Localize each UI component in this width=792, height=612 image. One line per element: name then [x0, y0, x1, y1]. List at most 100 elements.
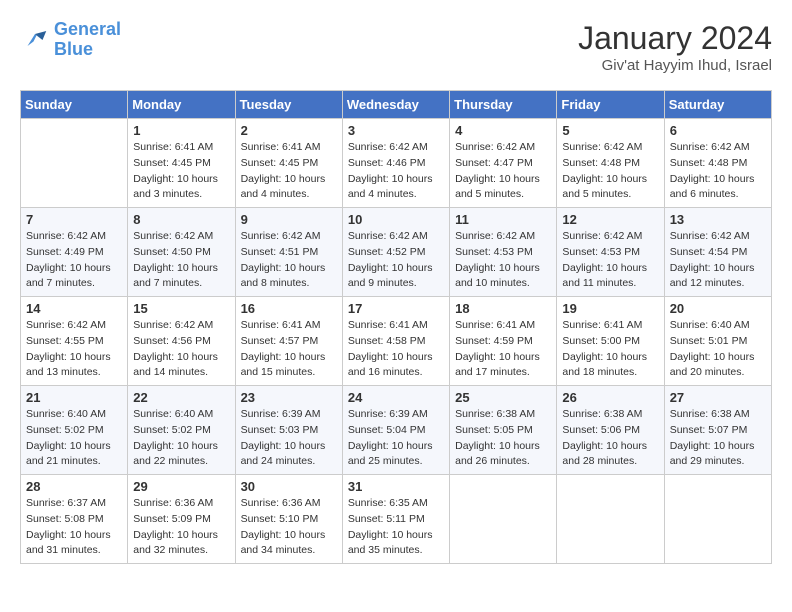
calendar-cell: 15Sunrise: 6:42 AM Sunset: 4:56 PM Dayli… — [128, 297, 235, 386]
location-subtitle: Giv'at Hayyim Ihud, Israel — [578, 57, 772, 74]
logo: General Blue — [20, 20, 121, 60]
calendar-cell: 25 Sunrise: 6:38 AM Sunset: 5:05 PM Dayli… — [450, 386, 557, 475]
calendar-cell: 4 Sunrise: 6:42 AM Sunset: 4:47 PM Daylig… — [450, 119, 557, 208]
calendar-cell: 9Sunrise: 6:42 AM Sunset: 4:51 PM Daylig… — [235, 208, 342, 297]
column-header-thursday: Thursday — [450, 91, 557, 119]
day-info: Sunrise: 6:42 AM Sunset: 4:51 PM Dayligh… — [241, 229, 337, 292]
calendar-cell: 6Sunrise: 6:42 AM Sunset: 4:48 PM Daylig… — [664, 119, 771, 208]
day-number: 27 — [670, 390, 766, 405]
day-number: 24 — [348, 390, 444, 405]
calendar-cell: 5Sunrise: 6:42 AM Sunset: 4:48 PM Daylig… — [557, 119, 664, 208]
calendar-cell: 18Sunrise: 6:41 AM Sunset: 4:59 PM Dayli… — [450, 297, 557, 386]
day-number: 25 — [455, 390, 551, 405]
calendar-cell — [664, 475, 771, 564]
calendar-cell: 7Sunrise: 6:42 AM Sunset: 4:49 PM Daylig… — [21, 208, 128, 297]
day-info: Sunrise: 6:38 AM Sunset: 5:07 PM Dayligh… — [670, 407, 766, 470]
day-info: Sunrise: 6:41 AM Sunset: 4:57 PM Dayligh… — [241, 318, 337, 381]
column-header-tuesday: Tuesday — [235, 91, 342, 119]
day-info: Sunrise: 6:42 AM Sunset: 4:50 PM Dayligh… — [133, 229, 229, 292]
day-info: Sunrise: 6:39 AM Sunset: 5:04 PM Dayligh… — [348, 407, 444, 470]
day-info: Sunrise: 6:42 AM Sunset: 4:54 PM Dayligh… — [670, 229, 766, 292]
day-number: 13 — [670, 212, 766, 227]
calendar-cell: 27 Sunrise: 6:38 AM Sunset: 5:07 PM Dayli… — [664, 386, 771, 475]
calendar-week-row: 1 Sunrise: 6:41 AM Sunset: 4:45 PM Daylig… — [21, 119, 772, 208]
calendar-cell: 31 Sunrise: 6:35 AM Sunset: 5:11 PM Dayli… — [342, 475, 449, 564]
title-block: January 2024 Giv'at Hayyim Ihud, Israel — [578, 20, 772, 74]
calendar-cell: 23 Sunrise: 6:39 AM Sunset: 5:03 PM Dayli… — [235, 386, 342, 475]
calendar-cell: 20 Sunrise: 6:40 AM Sunset: 5:01 PM Dayli… — [664, 297, 771, 386]
calendar-cell — [557, 475, 664, 564]
day-info: Sunrise: 6:42 AM Sunset: 4:55 PM Dayligh… — [26, 318, 122, 381]
calendar-header-row: SundayMondayTuesdayWednesdayThursdayFrid… — [21, 91, 772, 119]
calendar-cell: 30 Sunrise: 6:36 AM Sunset: 5:10 PM Dayli… — [235, 475, 342, 564]
column-header-sunday: Sunday — [21, 91, 128, 119]
day-info: Sunrise: 6:35 AM Sunset: 5:11 PM Dayligh… — [348, 496, 444, 559]
calendar-cell: 14 Sunrise: 6:42 AM Sunset: 4:55 PM Dayli… — [21, 297, 128, 386]
calendar-cell: 2Sunrise: 6:41 AM Sunset: 4:45 PM Daylig… — [235, 119, 342, 208]
calendar-cell — [21, 119, 128, 208]
day-info: Sunrise: 6:36 AM Sunset: 5:10 PM Dayligh… — [241, 496, 337, 559]
calendar-cell: 21 Sunrise: 6:40 AM Sunset: 5:02 PM Dayli… — [21, 386, 128, 475]
day-info: Sunrise: 6:41 AM Sunset: 5:00 PM Dayligh… — [562, 318, 658, 381]
calendar-cell: 12 Sunrise: 6:42 AM Sunset: 4:53 PM Dayli… — [557, 208, 664, 297]
logo-icon — [20, 25, 50, 55]
day-number: 3 — [348, 123, 444, 138]
day-number: 7 — [26, 212, 122, 227]
day-info: Sunrise: 6:42 AM Sunset: 4:47 PM Dayligh… — [455, 140, 551, 203]
day-number: 23 — [241, 390, 337, 405]
calendar-cell: 28Sunrise: 6:37 AM Sunset: 5:08 PM Dayli… — [21, 475, 128, 564]
day-number: 30 — [241, 479, 337, 494]
day-info: Sunrise: 6:38 AM Sunset: 5:06 PM Dayligh… — [562, 407, 658, 470]
calendar-cell: 10Sunrise: 6:42 AM Sunset: 4:52 PM Dayli… — [342, 208, 449, 297]
day-number: 15 — [133, 301, 229, 316]
day-number: 16 — [241, 301, 337, 316]
calendar-cell: 11 Sunrise: 6:42 AM Sunset: 4:53 PM Dayli… — [450, 208, 557, 297]
day-number: 4 — [455, 123, 551, 138]
day-info: Sunrise: 6:37 AM Sunset: 5:08 PM Dayligh… — [26, 496, 122, 559]
calendar-cell: 19 Sunrise: 6:41 AM Sunset: 5:00 PM Dayli… — [557, 297, 664, 386]
calendar-cell — [450, 475, 557, 564]
day-number: 29 — [133, 479, 229, 494]
day-number: 14 — [26, 301, 122, 316]
day-number: 17 — [348, 301, 444, 316]
day-number: 31 — [348, 479, 444, 494]
day-number: 21 — [26, 390, 122, 405]
day-info: Sunrise: 6:36 AM Sunset: 5:09 PM Dayligh… — [133, 496, 229, 559]
calendar-cell: 29 Sunrise: 6:36 AM Sunset: 5:09 PM Dayli… — [128, 475, 235, 564]
calendar-cell: 26Sunrise: 6:38 AM Sunset: 5:06 PM Dayli… — [557, 386, 664, 475]
day-info: Sunrise: 6:42 AM Sunset: 4:53 PM Dayligh… — [455, 229, 551, 292]
day-info: Sunrise: 6:42 AM Sunset: 4:53 PM Dayligh… — [562, 229, 658, 292]
day-info: Sunrise: 6:41 AM Sunset: 4:45 PM Dayligh… — [241, 140, 337, 203]
day-info: Sunrise: 6:40 AM Sunset: 5:01 PM Dayligh… — [670, 318, 766, 381]
day-info: Sunrise: 6:40 AM Sunset: 5:02 PM Dayligh… — [133, 407, 229, 470]
calendar-cell: 16 Sunrise: 6:41 AM Sunset: 4:57 PM Dayli… — [235, 297, 342, 386]
calendar-week-row: 28Sunrise: 6:37 AM Sunset: 5:08 PM Dayli… — [21, 475, 772, 564]
calendar-week-row: 7Sunrise: 6:42 AM Sunset: 4:49 PM Daylig… — [21, 208, 772, 297]
column-header-monday: Monday — [128, 91, 235, 119]
calendar-week-row: 21 Sunrise: 6:40 AM Sunset: 5:02 PM Dayli… — [21, 386, 772, 475]
day-number: 1 — [133, 123, 229, 138]
day-number: 20 — [670, 301, 766, 316]
day-info: Sunrise: 6:41 AM Sunset: 4:59 PM Dayligh… — [455, 318, 551, 381]
calendar-table: SundayMondayTuesdayWednesdayThursdayFrid… — [20, 90, 772, 564]
day-info: Sunrise: 6:40 AM Sunset: 5:02 PM Dayligh… — [26, 407, 122, 470]
calendar-cell: 17 Sunrise: 6:41 AM Sunset: 4:58 PM Dayli… — [342, 297, 449, 386]
day-number: 22 — [133, 390, 229, 405]
day-info: Sunrise: 6:42 AM Sunset: 4:48 PM Dayligh… — [670, 140, 766, 203]
calendar-cell: 3Sunrise: 6:42 AM Sunset: 4:46 PM Daylig… — [342, 119, 449, 208]
column-header-wednesday: Wednesday — [342, 91, 449, 119]
day-number: 5 — [562, 123, 658, 138]
month-title: January 2024 — [578, 20, 772, 57]
day-number: 10 — [348, 212, 444, 227]
day-info: Sunrise: 6:39 AM Sunset: 5:03 PM Dayligh… — [241, 407, 337, 470]
day-info: Sunrise: 6:38 AM Sunset: 5:05 PM Dayligh… — [455, 407, 551, 470]
column-header-friday: Friday — [557, 91, 664, 119]
calendar-cell: 22 Sunrise: 6:40 AM Sunset: 5:02 PM Dayli… — [128, 386, 235, 475]
calendar-week-row: 14 Sunrise: 6:42 AM Sunset: 4:55 PM Dayli… — [21, 297, 772, 386]
day-info: Sunrise: 6:41 AM Sunset: 4:58 PM Dayligh… — [348, 318, 444, 381]
calendar-cell: 13 Sunrise: 6:42 AM Sunset: 4:54 PM Dayli… — [664, 208, 771, 297]
day-number: 8 — [133, 212, 229, 227]
day-number: 11 — [455, 212, 551, 227]
day-number: 12 — [562, 212, 658, 227]
day-number: 19 — [562, 301, 658, 316]
